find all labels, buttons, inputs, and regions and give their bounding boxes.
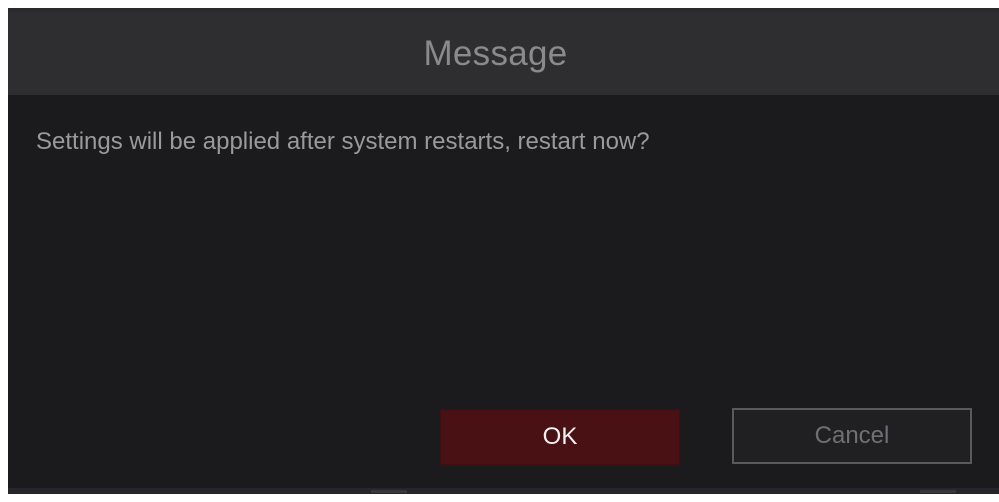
cancel-button[interactable]: Cancel — [732, 408, 972, 464]
ok-button[interactable]: OK — [440, 409, 680, 465]
ok-button-label: OK — [542, 423, 578, 450]
dialog-bottom-edge — [8, 488, 999, 494]
message-dialog: Message Settings will be applied after s… — [8, 8, 999, 494]
cancel-button-label: Cancel — [814, 422, 890, 449]
dialog-message: Settings will be applied after system re… — [36, 128, 650, 155]
bottom-divider-mark — [371, 490, 407, 493]
dialog-title-bar: Message — [8, 12, 999, 95]
dialog-title: Message — [423, 33, 568, 73]
bottom-divider-mark — [920, 490, 956, 493]
